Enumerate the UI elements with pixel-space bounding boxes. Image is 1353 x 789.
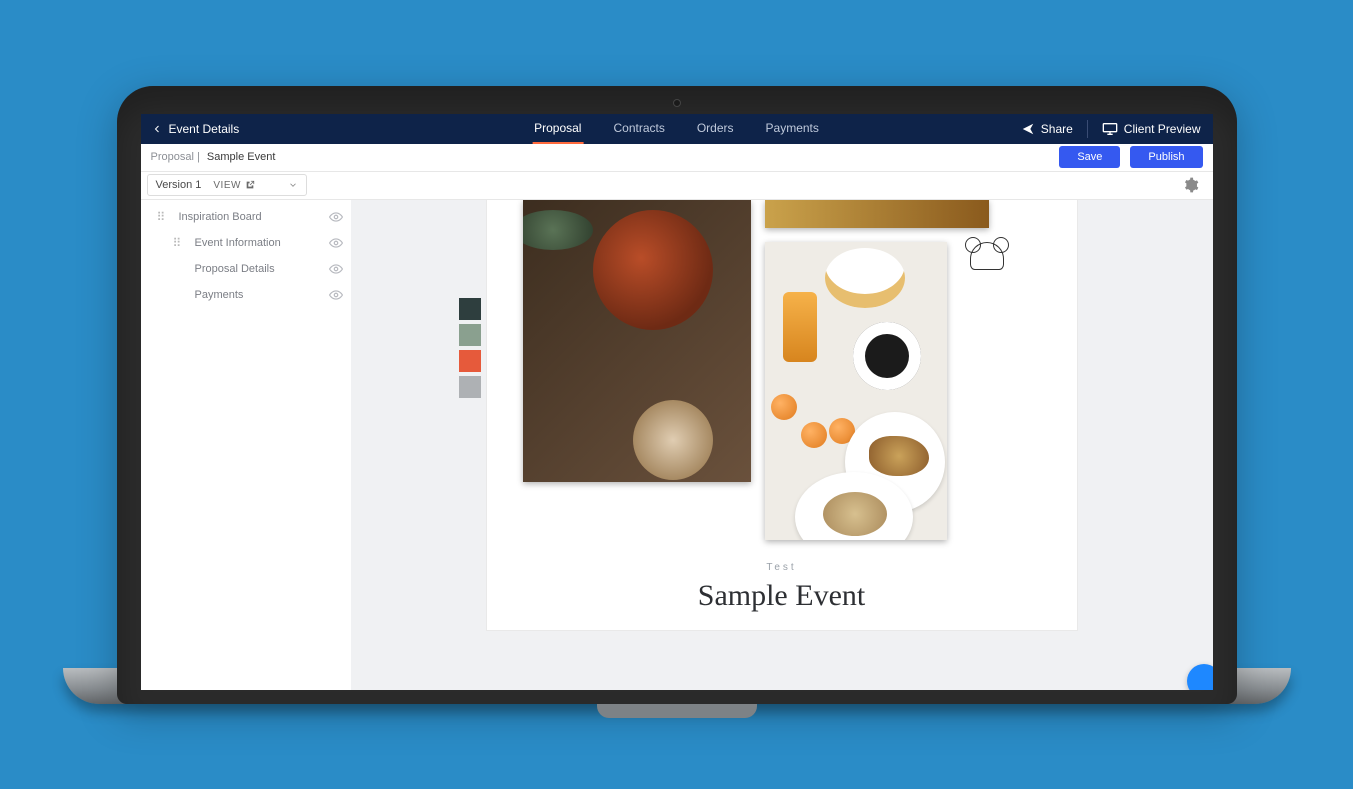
external-link-icon bbox=[245, 180, 255, 190]
nav-tabs: Proposal Contracts Orders Payments bbox=[532, 114, 821, 144]
sidebar-item-inspiration-board[interactable]: ⠿ Inspiration Board bbox=[141, 204, 351, 230]
board-image-1[interactable] bbox=[523, 200, 751, 482]
laptop-frame: Event Details Proposal Contracts Orders … bbox=[117, 86, 1237, 704]
version-bar: Version 1 VIEW bbox=[141, 172, 1213, 200]
tab-proposal[interactable]: Proposal bbox=[532, 114, 583, 144]
color-swatches bbox=[459, 298, 481, 398]
chevron-down-icon[interactable] bbox=[288, 180, 298, 190]
swatch-2[interactable] bbox=[459, 324, 481, 346]
sidebar-item-label: Proposal Details bbox=[185, 263, 329, 275]
share-label: Share bbox=[1041, 122, 1073, 136]
save-button[interactable]: Save bbox=[1059, 146, 1120, 168]
subbar-actions: Save Publish bbox=[1059, 146, 1202, 168]
food-scene-3 bbox=[765, 242, 947, 540]
crumb-root: Proposal bbox=[151, 151, 194, 163]
version-selector[interactable]: Version 1 VIEW bbox=[147, 174, 307, 196]
version-label: Version 1 bbox=[156, 179, 202, 191]
event-subcaption: Test bbox=[491, 562, 1073, 573]
inspiration-board bbox=[491, 200, 1073, 550]
eye-icon bbox=[329, 236, 343, 250]
visibility-toggle[interactable] bbox=[329, 236, 343, 250]
tab-payments[interactable]: Payments bbox=[764, 114, 821, 144]
settings-button[interactable] bbox=[1183, 177, 1199, 193]
food-scene-1 bbox=[523, 200, 751, 482]
visibility-toggle[interactable] bbox=[329, 262, 343, 276]
arrow-left-icon bbox=[151, 123, 163, 135]
swatch-1[interactable] bbox=[459, 298, 481, 320]
breadcrumb-bar: Proposal | Sample Event Save Publish bbox=[141, 144, 1213, 172]
board-image-3[interactable] bbox=[765, 242, 947, 540]
eye-icon bbox=[329, 210, 343, 224]
screen-bezel: Event Details Proposal Contracts Orders … bbox=[117, 86, 1237, 704]
visibility-toggle[interactable] bbox=[329, 288, 343, 302]
chef-hat-icon bbox=[970, 242, 1004, 270]
separator bbox=[1087, 120, 1088, 138]
tab-contracts[interactable]: Contracts bbox=[611, 114, 666, 144]
drag-handle-icon[interactable]: ⠿ bbox=[157, 210, 169, 224]
share-button[interactable]: Share bbox=[1021, 122, 1073, 136]
drag-handle-icon[interactable]: ⠿ bbox=[173, 236, 185, 250]
client-preview-label: Client Preview bbox=[1124, 122, 1201, 136]
sidebar-item-event-information[interactable]: ⠿ Event Information bbox=[141, 230, 351, 256]
laptop-notch bbox=[597, 704, 757, 718]
sidebar-item-proposal-details[interactable]: ⠿ Proposal Details bbox=[141, 256, 351, 282]
topbar-actions: Share Client Preview bbox=[1021, 120, 1213, 138]
monitor-icon bbox=[1102, 122, 1118, 136]
camera-dot bbox=[673, 99, 681, 107]
section-sidebar: ⠿ Inspiration Board ⠿ Event Information … bbox=[141, 200, 351, 690]
back-label: Event Details bbox=[169, 122, 240, 136]
app-screen: Event Details Proposal Contracts Orders … bbox=[141, 114, 1213, 690]
eye-icon bbox=[329, 288, 343, 302]
share-icon bbox=[1021, 122, 1035, 136]
sidebar-item-label: Event Information bbox=[185, 237, 329, 249]
top-nav: Event Details Proposal Contracts Orders … bbox=[141, 114, 1213, 144]
event-title: Sample Event bbox=[491, 579, 1073, 613]
crumb-sep: | bbox=[194, 151, 203, 163]
sidebar-item-label: Inspiration Board bbox=[169, 211, 329, 223]
main-body: ⠿ Inspiration Board ⠿ Event Information … bbox=[141, 200, 1213, 690]
view-link[interactable]: VIEW bbox=[213, 180, 255, 191]
tab-orders[interactable]: Orders bbox=[695, 114, 736, 144]
proposal-sheet: Test Sample Event bbox=[487, 200, 1077, 630]
brand-logo bbox=[959, 242, 1015, 274]
crumb-current: Sample Event bbox=[207, 151, 275, 163]
eye-icon bbox=[329, 262, 343, 276]
sidebar-item-payments[interactable]: ⠿ Payments bbox=[141, 282, 351, 308]
view-label: VIEW bbox=[213, 180, 241, 191]
food-scene-2 bbox=[765, 200, 989, 228]
visibility-toggle[interactable] bbox=[329, 210, 343, 224]
gear-icon bbox=[1183, 177, 1199, 193]
client-preview-button[interactable]: Client Preview bbox=[1102, 122, 1201, 136]
help-chat-button[interactable] bbox=[1187, 664, 1213, 690]
sidebar-item-label: Payments bbox=[185, 289, 329, 301]
swatch-4[interactable] bbox=[459, 376, 481, 398]
swatch-3[interactable] bbox=[459, 350, 481, 372]
board-image-2[interactable] bbox=[765, 200, 989, 228]
canvas-area[interactable]: Test Sample Event bbox=[351, 200, 1213, 690]
back-button[interactable]: Event Details bbox=[141, 122, 250, 136]
publish-button[interactable]: Publish bbox=[1130, 146, 1202, 168]
